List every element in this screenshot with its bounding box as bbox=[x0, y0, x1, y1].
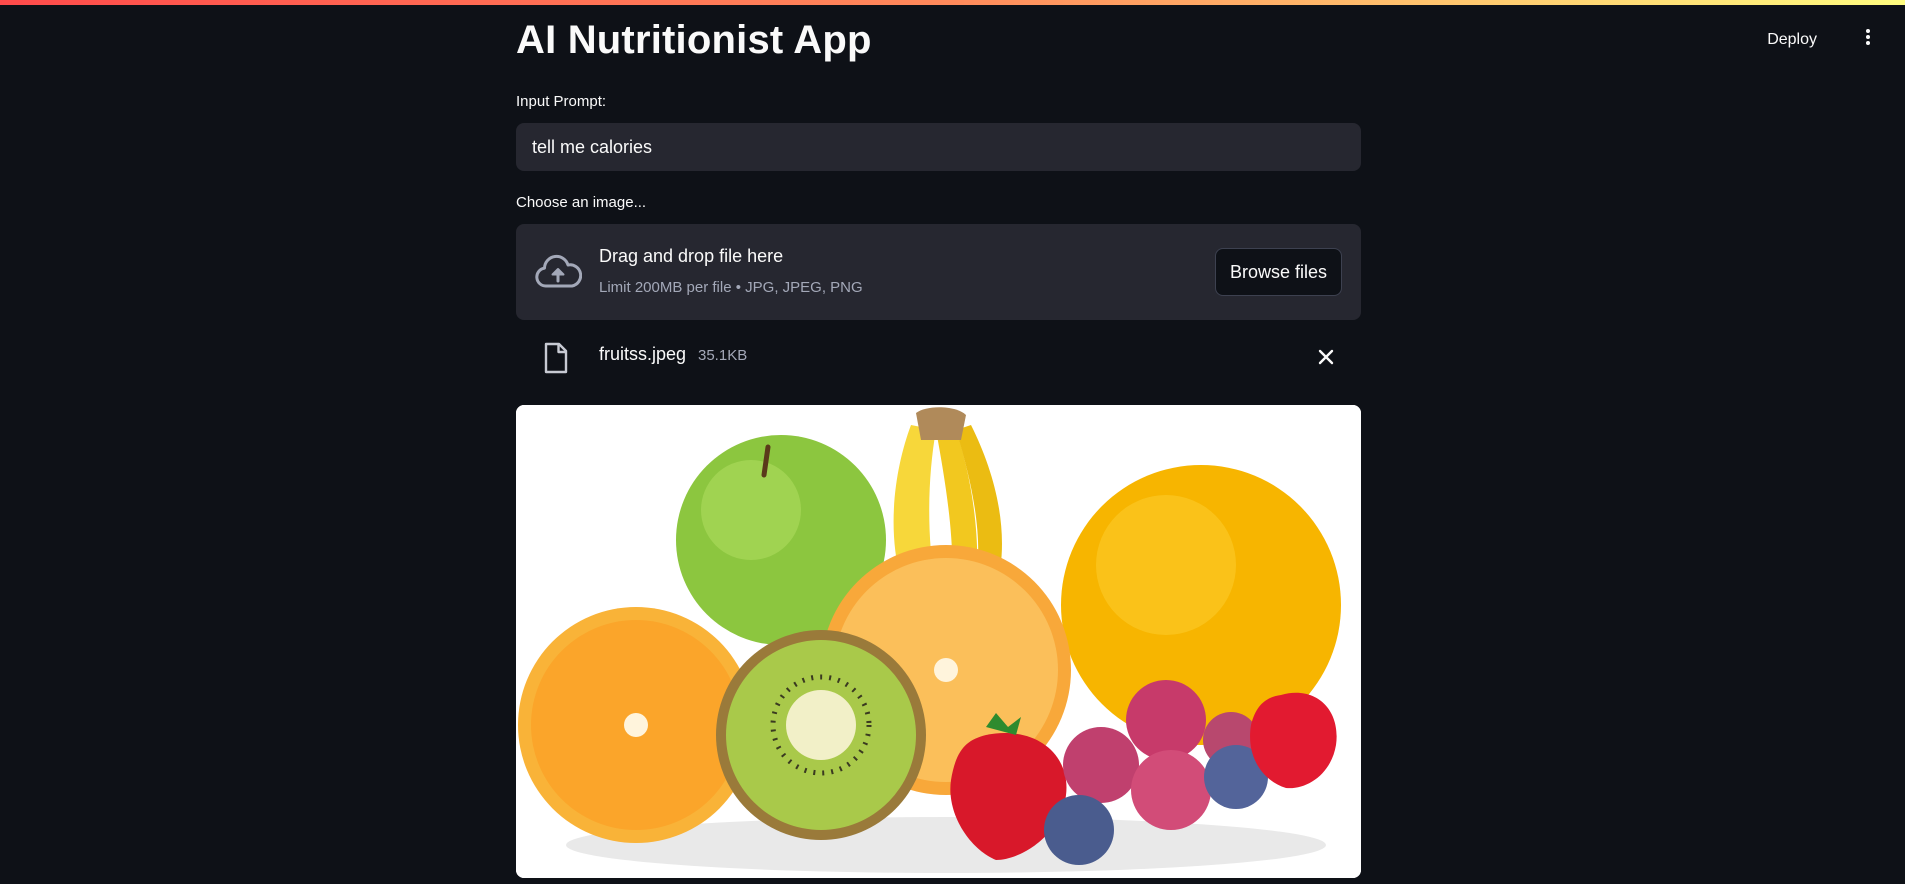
cloud-upload-icon bbox=[535, 254, 582, 288]
blueberry bbox=[1044, 795, 1114, 865]
deploy-button[interactable]: Deploy bbox=[1759, 27, 1825, 53]
banana-stem bbox=[916, 407, 966, 440]
uploaded-file-size: 35.1KB bbox=[698, 347, 748, 364]
raspberry bbox=[1131, 750, 1211, 830]
file-icon bbox=[544, 342, 568, 374]
dropzone-limits: Limit 200MB per file • JPG, JPEG, PNG bbox=[599, 279, 863, 296]
app-header: Deploy bbox=[1645, 5, 1905, 75]
uploaded-file-row: fruitss.jpeg 35.1KB bbox=[516, 335, 1361, 379]
prompt-input[interactable] bbox=[516, 123, 1361, 171]
top-decoration-bar bbox=[0, 0, 1905, 5]
page-title: AI Nutritionist App bbox=[516, 18, 872, 62]
raspberry bbox=[1126, 680, 1206, 760]
more-vertical-icon[interactable] bbox=[1861, 27, 1875, 51]
close-icon[interactable] bbox=[1316, 347, 1336, 367]
uploader-label: Choose an image... bbox=[516, 194, 647, 211]
fruits-image bbox=[516, 405, 1361, 878]
uploaded-file-name: fruitss.jpeg bbox=[599, 344, 687, 364]
file-dropzone[interactable]: Drag and drop file here Limit 200MB per … bbox=[516, 224, 1361, 320]
prompt-label: Input Prompt: bbox=[516, 93, 607, 110]
raspberry bbox=[1063, 727, 1139, 803]
dropzone-title: Drag and drop file here bbox=[599, 246, 784, 266]
uploaded-image-preview bbox=[516, 405, 1361, 878]
browse-files-button[interactable]: Browse files bbox=[1215, 248, 1342, 296]
